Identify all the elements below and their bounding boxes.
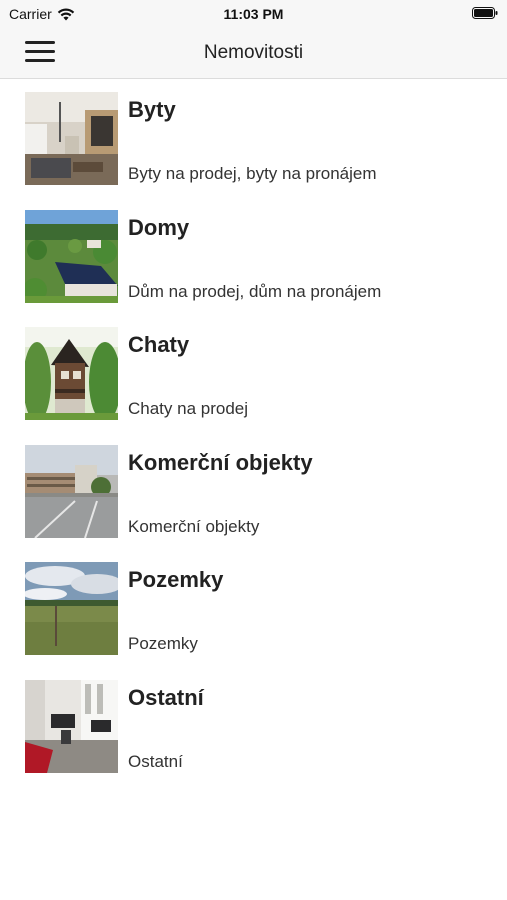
category-item-pozemky[interactable]: Pozemky Pozemky — [0, 562, 507, 680]
land-field-photo — [25, 562, 118, 656]
category-item-domy[interactable]: Domy Dům na prodej, dům na pronájem — [0, 209, 507, 328]
page-title: Nemovitosti — [203, 42, 304, 63]
status-bar: Carrier 11:03 PM — [0, 0, 507, 28]
status-time: 11:03 PM — [223, 6, 284, 22]
category-title: Komerční objekty — [128, 449, 313, 475]
category-subtitle: Ostatní — [128, 751, 183, 771]
category-title: Domy — [128, 214, 190, 240]
category-list: Byty Byty na prodej, byty na pronájem Do… — [0, 92, 507, 798]
category-title: Ostatní — [128, 684, 204, 710]
category-item-ostatni[interactable]: Ostatní Ostatní — [0, 679, 507, 798]
category-title: Byty — [128, 97, 176, 122]
category-subtitle: Dům na prodej, dům na pronájem — [128, 281, 382, 301]
category-item-chaty[interactable]: Chaty Chaty na prodej — [0, 327, 507, 445]
category-subtitle: Byty na prodej, byty na pronájem — [128, 164, 377, 183]
category-item-komercni-objekty[interactable]: Komerční objekty Komerční objekty — [0, 444, 507, 563]
navigation-bar: Nemovitosti — [0, 28, 507, 79]
battery-icon — [472, 7, 498, 19]
category-subtitle: Pozemky — [128, 634, 198, 654]
office-room-photo — [25, 679, 118, 773]
village-houses-photo — [25, 209, 118, 303]
cottage-in-trees-photo — [25, 327, 118, 421]
category-subtitle: Komerční objekty — [128, 516, 260, 536]
category-title: Pozemky — [128, 567, 224, 593]
category-title: Chaty — [128, 332, 190, 358]
apartment-interior-photo — [25, 92, 118, 185]
commercial-building-photo — [25, 444, 118, 538]
category-item-byty[interactable]: Byty Byty na prodej, byty na pronájem — [0, 92, 507, 210]
category-subtitle: Chaty na prodej — [128, 399, 249, 419]
